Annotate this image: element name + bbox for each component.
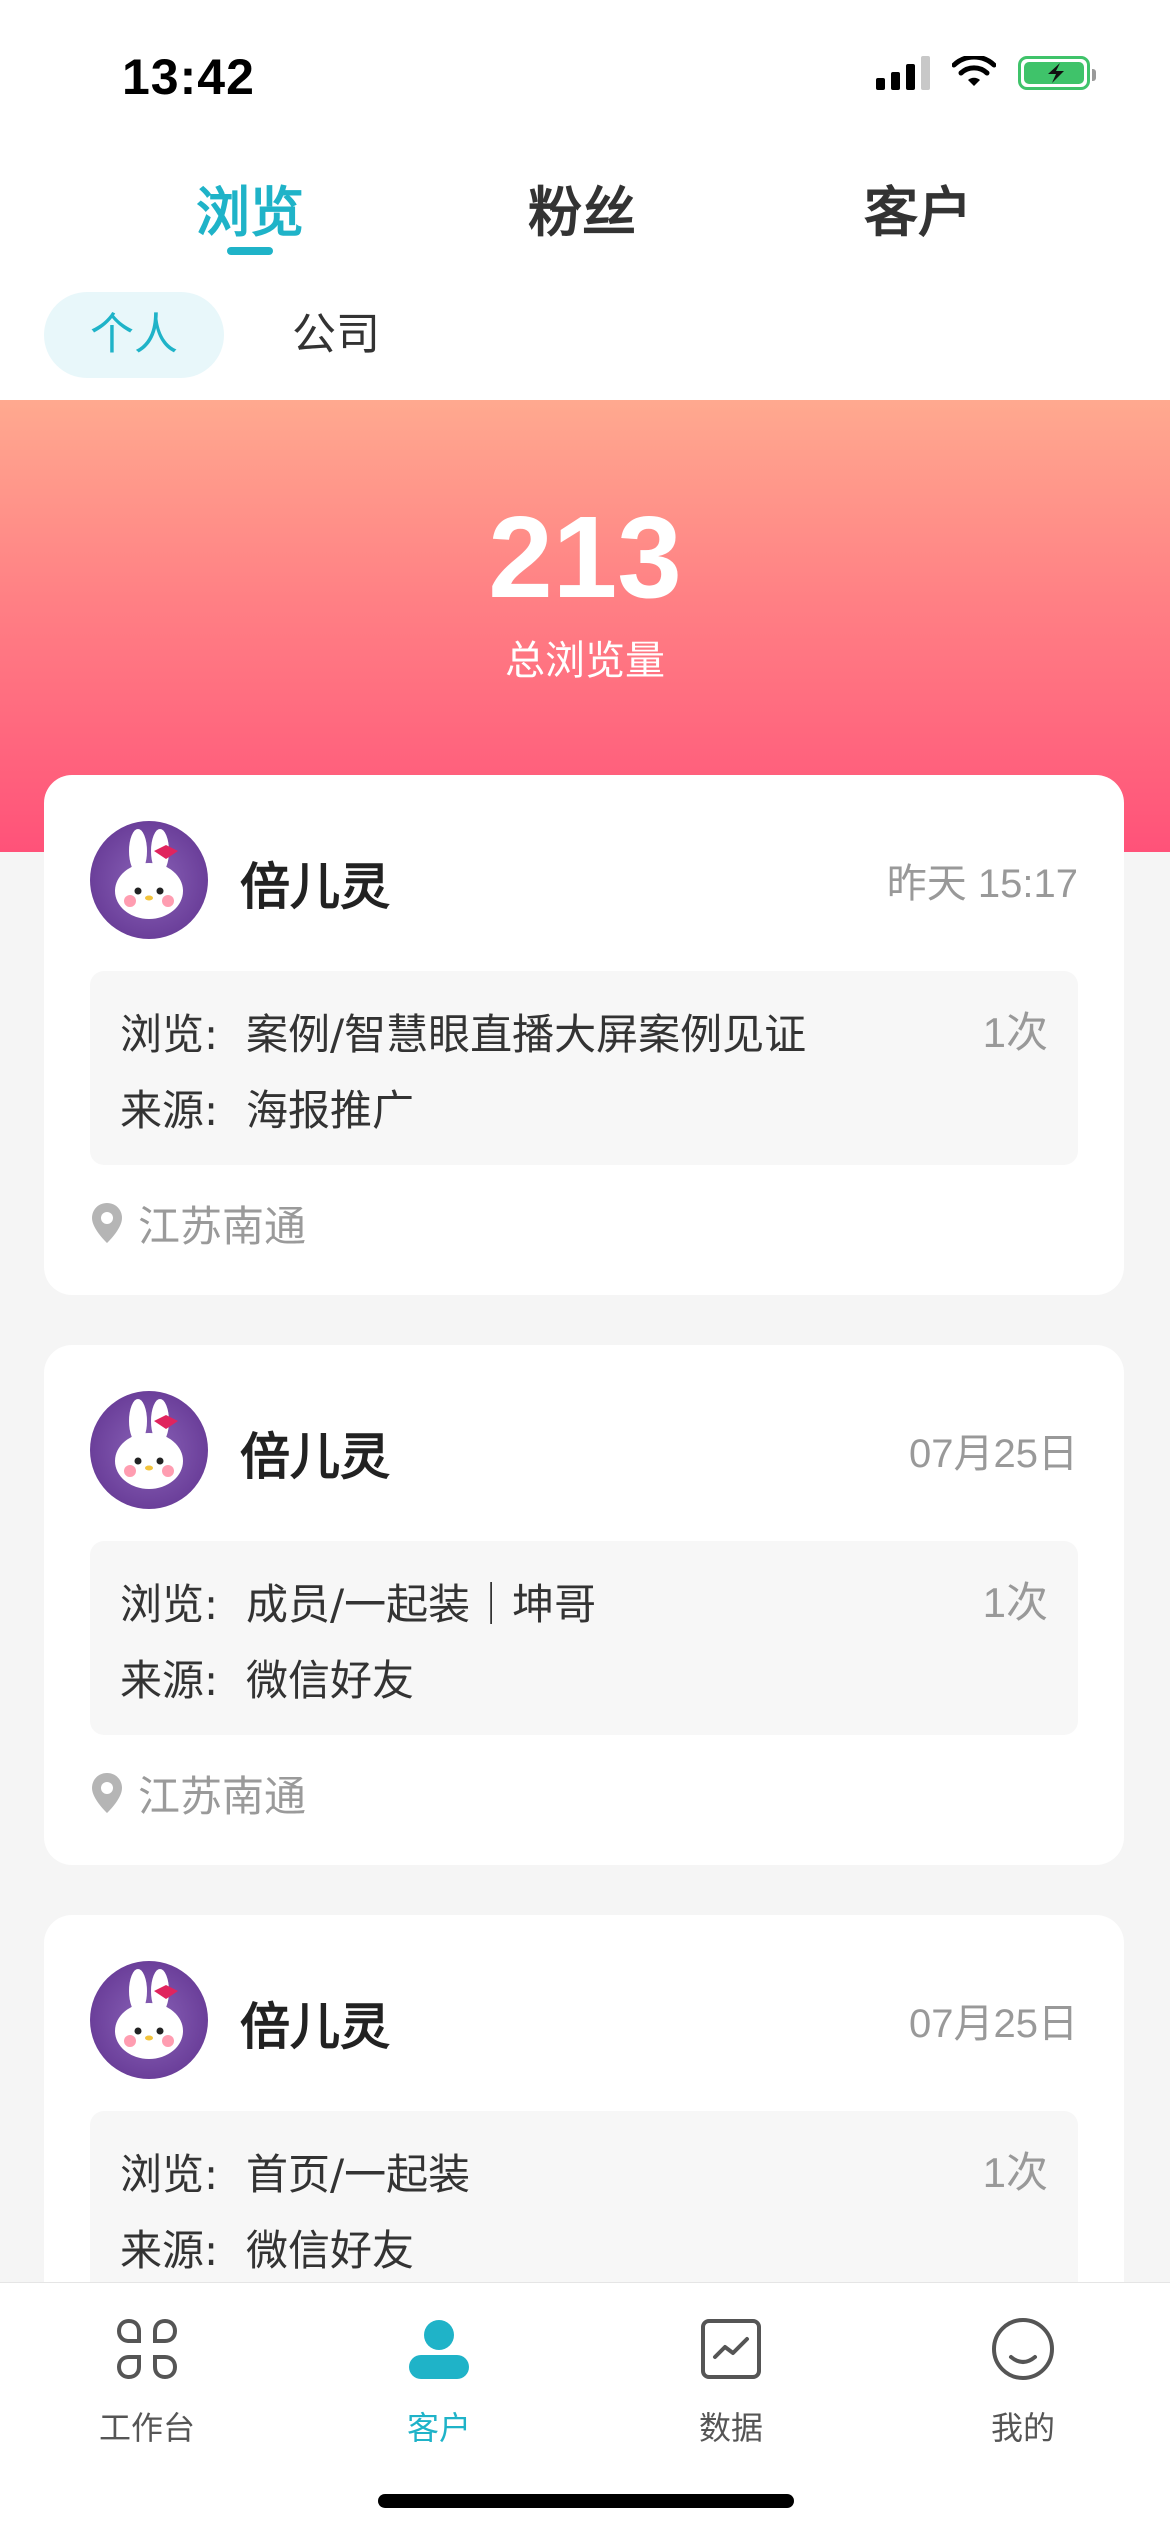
source-value: 微信好友	[246, 2226, 415, 2275]
status-bar: 13:42	[0, 0, 1170, 140]
location-pin-icon	[92, 1773, 122, 1813]
visit-time: 昨天 15:17	[886, 862, 1078, 906]
source-label: 来源:	[120, 1656, 219, 1705]
home-indicator[interactable]	[378, 2494, 794, 2508]
user-name: 倍儿灵	[240, 858, 390, 916]
visit-detail: 浏览: 成员/一起装｜坤哥 来源: 微信好友 1次	[90, 1541, 1078, 1735]
tab-customers[interactable]: 客户	[818, 168, 1018, 247]
source-value: 微信好友	[246, 1656, 415, 1705]
top-tab-bar: 浏览 粉丝 客户	[0, 140, 1170, 270]
nav-data[interactable]: 数据	[631, 2313, 831, 2449]
smile-icon	[992, 2318, 1054, 2380]
wifi-icon	[952, 56, 996, 86]
location-text: 江苏南通	[138, 1201, 307, 1251]
total-views-count: 213	[488, 492, 682, 622]
source-row: 来源: 微信好友	[120, 2217, 414, 2278]
battery-icon	[1018, 56, 1096, 90]
nav-label: 客户	[406, 2409, 471, 2447]
tab-browse[interactable]: 浏览	[150, 168, 350, 247]
nav-workbench[interactable]: 工作台	[47, 2313, 247, 2449]
avatar[interactable]	[90, 1391, 208, 1509]
browse-value: 首页/一起装	[246, 2150, 471, 2199]
avatar[interactable]	[90, 821, 208, 939]
nav-label: 数据	[698, 2409, 763, 2447]
subtab-personal[interactable]: 个人	[44, 292, 224, 378]
visit-detail: 浏览: 首页/一起装 来源: 微信好友 1次	[90, 2111, 1078, 2305]
visit-count: 1次	[982, 1009, 1048, 1056]
status-time: 13:42	[122, 49, 255, 105]
nav-label: 工作台	[98, 2409, 195, 2447]
record-card[interactable]: 倍儿灵 昨天 15:17 浏览: 案例/智慧眼直播大屏案例见证 来源: 海报推广 1…	[44, 775, 1124, 1295]
person-icon	[409, 2320, 469, 2379]
source-row: 来源: 海报推广	[120, 1077, 414, 1138]
location: 江苏南通	[90, 1193, 306, 1253]
location-pin-icon	[92, 1203, 122, 1243]
visit-time: 07月25日	[909, 1432, 1078, 1476]
grid-icon	[116, 2318, 178, 2380]
location-text: 江苏南通	[138, 1771, 307, 1821]
user-name: 倍儿灵	[240, 1998, 390, 2056]
tab-active-indicator	[227, 247, 273, 255]
user-name: 倍儿灵	[240, 1428, 390, 1486]
tab-fans[interactable]: 粉丝	[482, 168, 682, 247]
browse-label: 浏览:	[120, 1580, 219, 1629]
sub-tab-bar: 个人 公司	[0, 270, 1170, 400]
chart-icon	[701, 2319, 761, 2379]
visit-detail: 浏览: 案例/智慧眼直播大屏案例见证 来源: 海报推广 1次	[90, 971, 1078, 1165]
nav-customers[interactable]: 客户	[339, 2313, 539, 2449]
source-row: 来源: 微信好友	[120, 1647, 414, 1708]
source-label: 来源:	[120, 2226, 219, 2275]
avatar[interactable]	[90, 1961, 208, 2079]
total-views-label: 总浏览量	[505, 638, 665, 684]
nav-mine[interactable]: 我的	[923, 2313, 1123, 2449]
visit-count: 1次	[982, 1579, 1048, 1626]
visit-time: 07月25日	[909, 2002, 1078, 2046]
status-icons	[876, 56, 1096, 90]
browse-label: 浏览:	[120, 1010, 219, 1059]
browse-row: 浏览: 首页/一起装	[120, 2141, 470, 2202]
browse-value: 成员/一起装｜坤哥	[246, 1580, 597, 1629]
browse-row: 浏览: 成员/一起装｜坤哥	[120, 1571, 596, 1632]
record-card[interactable]: 倍儿灵 07月25日 浏览: 成员/一起装｜坤哥 来源: 微信好友 1次 江苏南通	[44, 1345, 1124, 1865]
source-value: 海报推广	[246, 1086, 415, 1135]
location: 江苏南通	[90, 1763, 306, 1823]
subtab-company[interactable]: 公司	[256, 292, 416, 378]
browse-value: 案例/智慧眼直播大屏案例见证	[246, 1010, 807, 1059]
source-label: 来源:	[120, 1086, 219, 1135]
nav-label: 我的	[990, 2409, 1055, 2447]
browse-row: 浏览: 案例/智慧眼直播大屏案例见证	[120, 1001, 806, 1062]
browse-label: 浏览:	[120, 2150, 219, 2199]
signal-icon	[876, 56, 930, 90]
visit-count: 1次	[982, 2149, 1048, 2196]
